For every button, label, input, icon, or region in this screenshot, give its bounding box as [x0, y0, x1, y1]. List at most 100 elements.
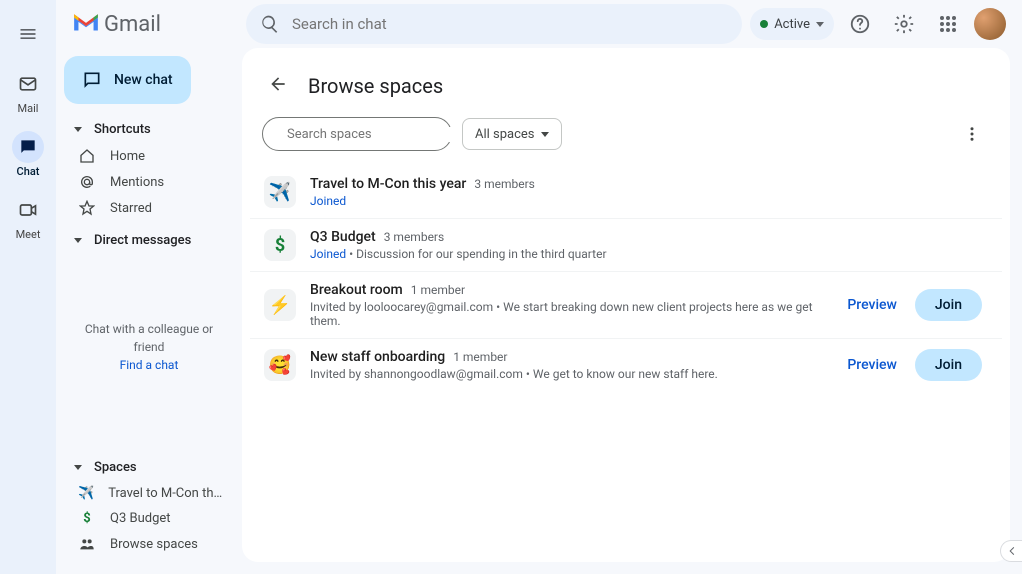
- mail-icon: [18, 74, 38, 94]
- find-chat-link[interactable]: Find a chat: [120, 358, 179, 372]
- section-direct-messages[interactable]: Direct messages: [64, 227, 234, 254]
- space-item-browse[interactable]: Browse spaces: [64, 531, 234, 557]
- search-bar[interactable]: [246, 4, 742, 44]
- space-avatar-icon: $: [264, 229, 296, 261]
- section-label: Spaces: [94, 460, 137, 475]
- chevron-down-icon: [74, 238, 82, 243]
- spaces-filter[interactable]: All spaces: [462, 118, 562, 150]
- space-info: Breakout room 1 member Invited by loolooca…: [310, 282, 823, 328]
- main-menu-button[interactable]: [8, 14, 48, 54]
- rail-item-chat[interactable]: Chat: [0, 123, 56, 186]
- more-options-button[interactable]: [954, 116, 990, 152]
- status-chip[interactable]: Active: [750, 8, 834, 40]
- more-vert-icon: [963, 125, 981, 143]
- shortcut-home[interactable]: Home: [64, 143, 234, 169]
- settings-button[interactable]: [886, 6, 922, 42]
- chat-icon: [18, 137, 38, 157]
- shortcut-starred[interactable]: Starred: [64, 195, 234, 221]
- space-item-travel[interactable]: ✈️ Travel to M-Con this y...: [64, 481, 234, 506]
- page-title: Browse spaces: [308, 74, 443, 98]
- join-button[interactable]: Join: [915, 349, 982, 381]
- space-subtitle: Joined: [310, 194, 988, 208]
- toolbar: All spaces: [250, 116, 1002, 166]
- space-label: Travel to M-Con this y...: [108, 486, 224, 501]
- hamburger-icon: [18, 24, 38, 44]
- shortcut-label: Starred: [110, 201, 152, 216]
- space-row[interactable]: ✈️Travel to M-Con this year3 membersJoin…: [250, 166, 1002, 218]
- section-shortcuts[interactable]: Shortcuts: [64, 116, 234, 143]
- meet-icon: [18, 200, 38, 220]
- dollar-icon: $: [78, 511, 96, 526]
- space-info: New staff onboarding 1 member Invited by s…: [310, 349, 823, 381]
- filter-label: All spaces: [475, 127, 535, 142]
- space-subtitle: Invited by shannongoodlaw@gmail.com • We…: [310, 367, 823, 381]
- arrow-left-icon: [268, 74, 288, 94]
- new-chat-button[interactable]: New chat: [64, 56, 191, 104]
- space-subtitle: Invited by looloocarey@gmail.com • We st…: [310, 300, 823, 328]
- space-subtitle: Joined • Discussion for our spending in …: [310, 247, 988, 261]
- main-header: Browse spaces: [250, 64, 1002, 116]
- shortcut-label: Home: [110, 149, 145, 164]
- search-spaces-field[interactable]: [262, 117, 452, 151]
- help-button[interactable]: [842, 6, 878, 42]
- status-dot-icon: [760, 20, 768, 28]
- section-label: Direct messages: [94, 233, 191, 248]
- join-button[interactable]: Join: [915, 289, 982, 321]
- space-row[interactable]: 🥰 New staff onboarding 1 member Invited by …: [250, 338, 1002, 391]
- space-row[interactable]: ⚡Breakout room1 memberInvited by loolooc…: [250, 271, 1002, 338]
- account-avatar[interactable]: [974, 8, 1006, 40]
- space-label: Q3 Budget: [110, 511, 171, 526]
- space-list: ✈️Travel to M-Con this year3 membersJoin…: [250, 166, 1002, 391]
- preview-button[interactable]: Preview: [837, 351, 907, 379]
- space-label: Browse spaces: [110, 537, 198, 552]
- brand-name: Gmail: [104, 12, 161, 37]
- space-avatar-icon: ✈️: [264, 176, 296, 208]
- rail-item-meet[interactable]: Meet: [0, 186, 56, 249]
- chevron-left-icon: [1006, 545, 1018, 557]
- shortcut-mentions[interactable]: Mentions: [64, 169, 234, 195]
- at-icon: [79, 174, 95, 190]
- rail-label: Mail: [18, 102, 39, 115]
- gmail-m-icon: [72, 13, 100, 35]
- rail-label: Chat: [17, 165, 40, 178]
- space-item-budget[interactable]: $ Q3 Budget: [64, 506, 234, 531]
- gmail-logo[interactable]: Gmail: [68, 12, 238, 37]
- new-chat-label: New chat: [114, 72, 173, 88]
- space-avatar-icon: 🥰: [264, 349, 296, 381]
- space-members: 3 members: [474, 177, 535, 191]
- people-icon: [79, 536, 95, 552]
- plane-icon: ✈️: [78, 486, 94, 501]
- help-icon: [849, 13, 871, 35]
- shortcut-label: Mentions: [110, 175, 164, 190]
- header-right: Active: [750, 6, 1006, 42]
- space-info: Travel to M-Con this year3 membersJoined: [310, 176, 988, 208]
- space-actions: Preview Join: [837, 349, 982, 381]
- search-input[interactable]: [292, 15, 728, 33]
- chevron-down-icon: [541, 132, 549, 137]
- home-icon: [79, 148, 95, 164]
- sidebar: New chat Shortcuts Home Mentions Starred…: [56, 48, 242, 574]
- search-spaces-input[interactable]: [287, 127, 453, 142]
- section-label: Shortcuts: [94, 122, 151, 137]
- status-label: Active: [774, 17, 810, 32]
- back-button[interactable]: [262, 68, 294, 104]
- chevron-down-icon: [74, 465, 82, 470]
- space-info: Q3 Budget 3 members Joined • Discussion fo…: [310, 229, 988, 261]
- space-actions: Preview Join: [837, 289, 982, 321]
- dm-empty-hint: Chat with a colleague or friend Find a c…: [64, 310, 234, 384]
- chevron-down-icon: [74, 127, 82, 132]
- space-members: 3 members: [384, 230, 445, 244]
- space-name: New staff onboarding: [310, 349, 445, 365]
- space-members: 1 member: [411, 283, 465, 297]
- app-header: Gmail Active: [56, 0, 1022, 48]
- space-row[interactable]: $ Q3 Budget 3 members Joined • Discussion f…: [250, 218, 1002, 271]
- apps-button[interactable]: [930, 6, 966, 42]
- preview-button[interactable]: Preview: [837, 291, 907, 319]
- space-name: Q3 Budget: [310, 229, 376, 245]
- space-name: Breakout room: [310, 282, 403, 298]
- side-panel-toggle[interactable]: [1000, 540, 1022, 562]
- star-icon: [79, 200, 95, 216]
- space-members: 1 member: [453, 350, 507, 364]
- rail-item-mail[interactable]: Mail: [0, 60, 56, 123]
- section-spaces[interactable]: Spaces: [64, 454, 234, 481]
